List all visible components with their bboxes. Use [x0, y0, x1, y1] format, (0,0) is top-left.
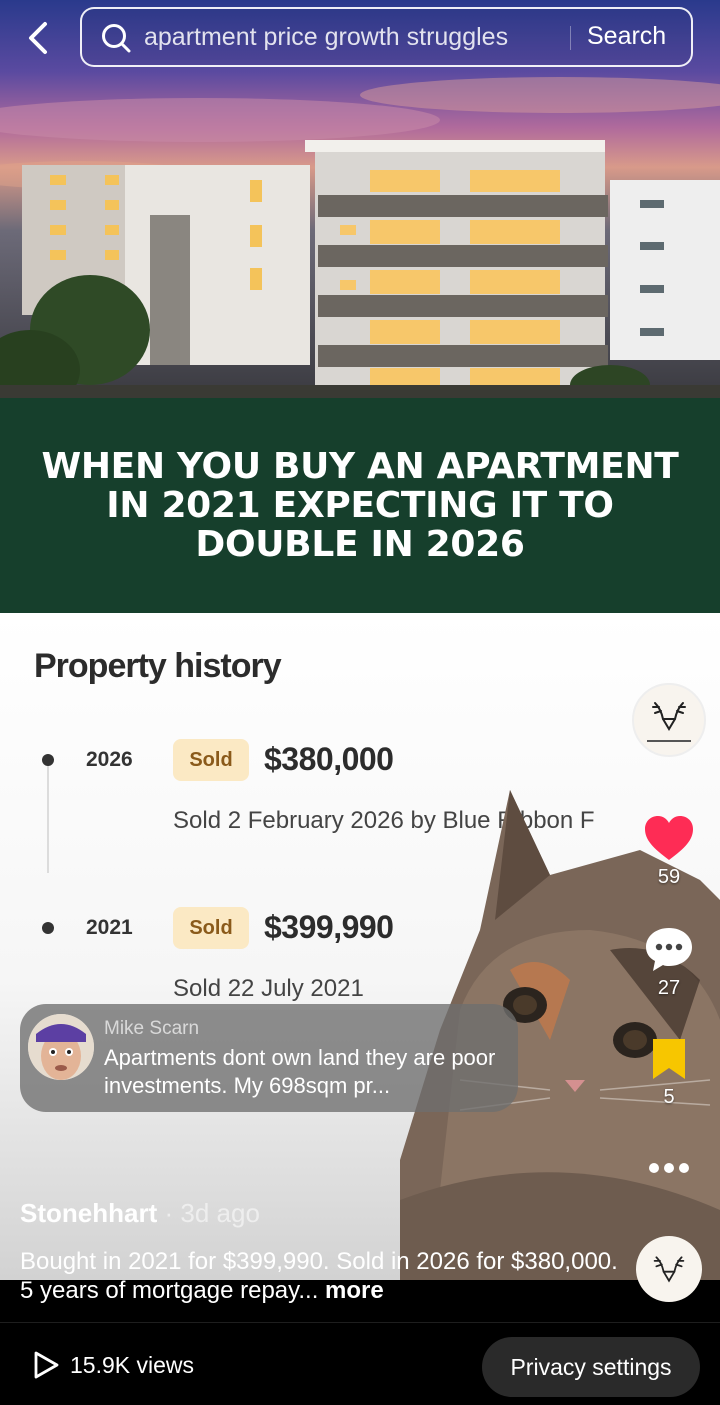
like-count: 59 — [657, 866, 681, 888]
timeline-dot — [42, 922, 54, 934]
brand-wordmark — [647, 740, 691, 742]
like-button[interactable]: 59 — [638, 814, 700, 889]
stag-logo-icon — [653, 1256, 685, 1283]
search-divider — [570, 26, 571, 50]
play-icon — [34, 1351, 59, 1379]
commenter-avatar — [28, 1014, 94, 1080]
history-year: 2026 — [86, 748, 133, 771]
timeline-dot — [42, 754, 54, 766]
more-horizontal-icon — [649, 1163, 689, 1173]
bottom-divider — [0, 1322, 720, 1323]
bookmark-icon — [653, 1039, 685, 1079]
sold-badge: Sold — [173, 739, 249, 781]
views-label: 15.9K views — [70, 1351, 195, 1378]
timeline-line — [47, 763, 49, 873]
post-caption: Bought in 2021 for $399,990. Sold in 202… — [20, 1247, 620, 1305]
heart-icon — [645, 816, 693, 860]
comment-bubble-icon — [646, 928, 692, 971]
history-price: $399,990 — [264, 909, 394, 945]
sound-avatar[interactable] — [636, 1236, 702, 1302]
search-bar[interactable]: apartment price growth struggles Search — [80, 7, 693, 67]
search-button[interactable]: Search — [587, 22, 666, 51]
property-history-title: Property history — [34, 647, 282, 685]
view-count: 15.9K views — [32, 1350, 194, 1380]
post-time: 3d ago — [180, 1198, 260, 1228]
chevron-left-icon — [29, 22, 47, 54]
more-link[interactable]: more — [325, 1277, 384, 1304]
history-detail: Sold 22 July 2021 — [173, 975, 364, 1002]
caption-text: Bought in 2021 for $399,990. Sold in 202… — [20, 1248, 618, 1304]
commenter-name: Mike Scarn — [104, 1018, 200, 1039]
comment-text: Apartments dont own land they are poor i… — [104, 1045, 496, 1098]
post-meta: Stonehhart · 3d ago — [20, 1198, 260, 1229]
history-price: $380,000 — [264, 741, 394, 777]
save-count: 5 — [663, 1086, 675, 1108]
sold-badge: Sold — [173, 907, 249, 949]
stag-logo-icon — [652, 702, 686, 731]
save-button[interactable]: 5 — [638, 1036, 700, 1109]
history-year: 2021 — [86, 916, 133, 939]
meta-separator: · — [164, 1198, 174, 1228]
comment-button[interactable]: 27 — [638, 925, 700, 1000]
headline-banner: WHEN YOU BUY AN APARTMENT IN 2021 EXPECT… — [0, 398, 720, 613]
featured-comment[interactable]: Mike Scarn Apartments dont own land they… — [20, 1004, 518, 1112]
comment-count: 27 — [657, 977, 681, 999]
search-icon — [102, 24, 131, 53]
privacy-settings-button[interactable]: Privacy settings — [482, 1337, 700, 1397]
creator-avatar[interactable] — [632, 683, 706, 757]
more-options-button[interactable] — [638, 1160, 700, 1176]
author-name[interactable]: Stonehhart — [20, 1198, 157, 1228]
commenter-face-icon — [28, 1014, 94, 1080]
back-button[interactable] — [20, 18, 56, 58]
banner-headline: WHEN YOU BUY AN APARTMENT IN 2021 EXPECT… — [41, 446, 679, 565]
search-input[interactable]: apartment price growth struggles — [144, 23, 508, 52]
